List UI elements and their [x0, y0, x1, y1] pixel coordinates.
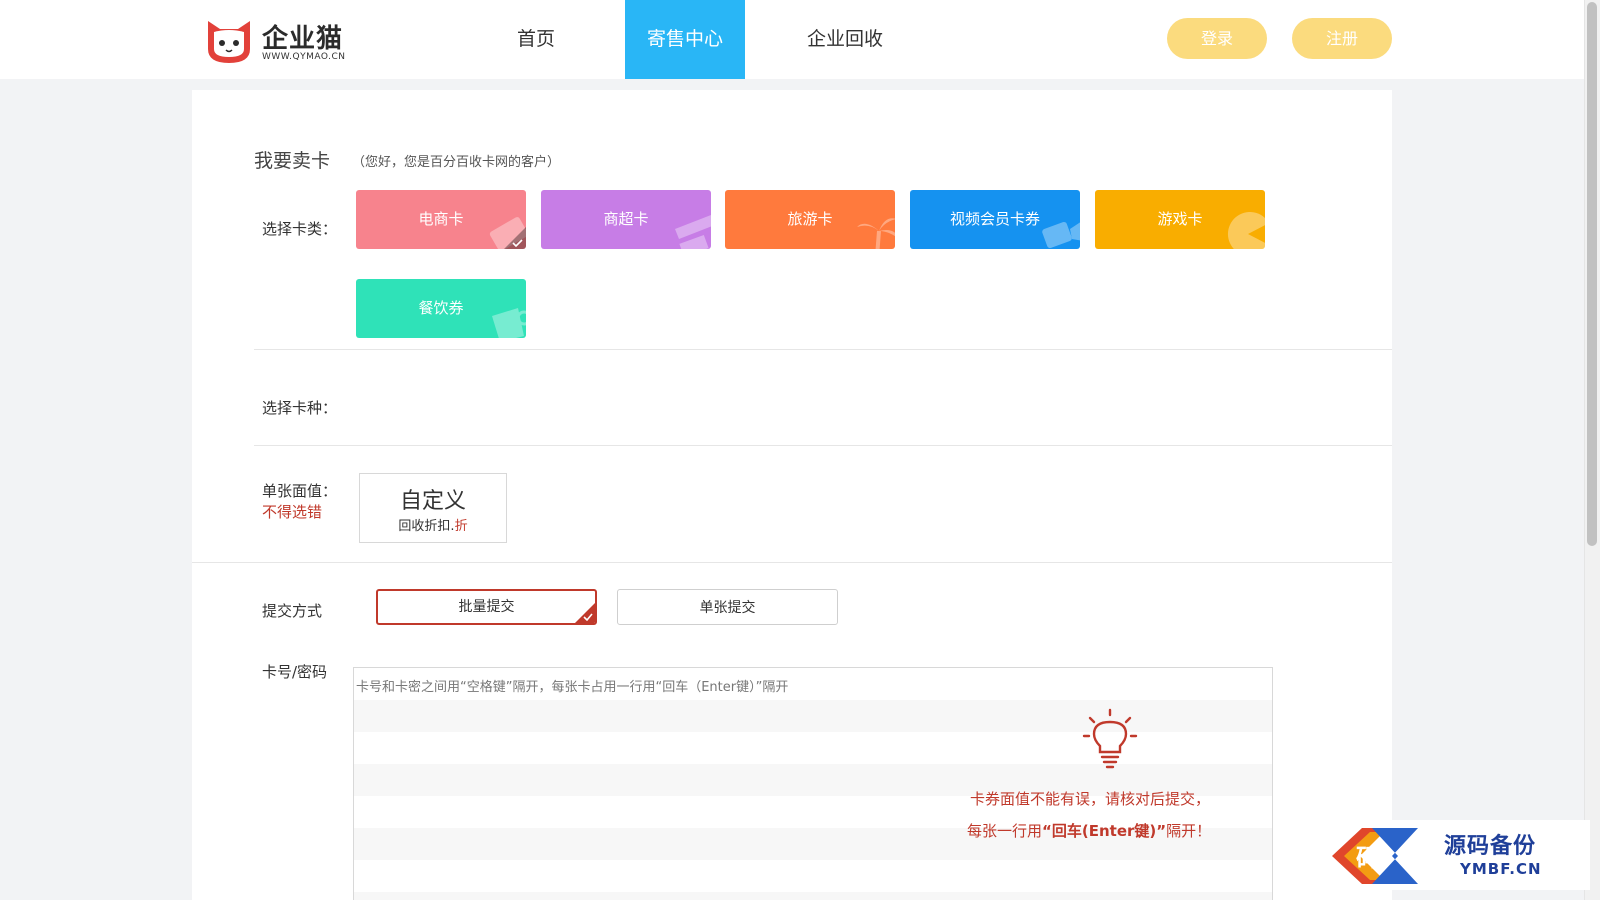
login-button[interactable]: 登录 — [1167, 18, 1267, 59]
face-value-title: 自定义 — [399, 489, 466, 514]
sell-card-panel: 我要卖卡 （您好，您是百分百收卡网的客户） 选择卡类： 电商卡 商超卡 旅游卡 … — [192, 90, 1392, 900]
logo-name: 企业猫 — [262, 24, 344, 54]
submit-mode-label: 提交方式 — [262, 602, 323, 620]
watermark-title: 源码备份 — [1444, 834, 1537, 859]
nav-consignment-center[interactable]: 寄售中心 — [625, 0, 745, 79]
nav-enterprise-recycle[interactable]: 企业回收 — [785, 0, 905, 79]
textarea-placeholder: 卡号和卡密之间用“空格键”隔开，每张卡占用一行用“回车（Enter键）”隔开 — [356, 680, 789, 695]
page-scrollbar[interactable] — [1584, 0, 1600, 900]
tip-line-1: 卡券面值不能有误，请核对后提交， — [970, 790, 1211, 808]
card-type-game[interactable]: 游戏卡 — [1095, 190, 1265, 249]
nav-home[interactable]: 首页 — [476, 0, 596, 79]
card-type-label-text: 商超卡 — [603, 210, 649, 228]
page-title: 我要卖卡 — [254, 150, 331, 172]
palm-tree-icon — [857, 218, 895, 249]
card-kind-label: 选择卡种： — [262, 399, 338, 417]
card-pwd-textarea[interactable]: 卡号和卡密之间用“空格键”隔开，每张卡占用一行用“回车（Enter键）”隔开 卡… — [353, 667, 1273, 900]
card-type-supermarket[interactable]: 商超卡 — [541, 190, 711, 249]
check-icon — [512, 239, 523, 247]
tip-line-2: 每张一行用“回车(Enter键)”隔开！ — [967, 820, 1211, 841]
watermark-url: YMBF.CN — [1460, 860, 1542, 878]
card-type-dining[interactable]: 餐饮券 — [356, 279, 526, 338]
batch-submit-label: 批量提交 — [458, 599, 515, 615]
section-divider — [192, 562, 1392, 563]
card-type-travel[interactable]: 旅游卡 — [725, 190, 895, 249]
card-pwd-label: 卡号/密码 — [262, 663, 328, 681]
batch-submit-button[interactable]: 批量提交 — [376, 589, 597, 625]
card-type-label-text: 游戏卡 — [1157, 210, 1203, 228]
site-logo[interactable]: 企业猫 WWW.QYMAO.CN — [204, 16, 354, 66]
card-type-label-text: 视频会员卡券 — [949, 210, 1040, 228]
top-header: 企业猫 WWW.QYMAO.CN 首页 寄售中心 企业回收 登录 注册 — [0, 0, 1584, 79]
card-type-label: 选择卡类： — [262, 220, 338, 238]
watermark-logo-icon: 码 — [1332, 828, 1418, 884]
watermark-logo-char: 码 — [1356, 844, 1380, 872]
card-type-label-text: 电商卡 — [418, 210, 464, 228]
coffee-cup-icon — [492, 308, 526, 338]
section-divider — [254, 349, 1392, 350]
tip-line-2-emphasis: “回车(Enter键)” — [1042, 822, 1167, 840]
check-icon — [583, 613, 593, 621]
single-submit-label: 单张提交 — [699, 600, 756, 616]
textarea-line — [354, 892, 1272, 900]
logo-url: WWW.QYMAO.CN — [262, 52, 346, 62]
pacman-icon — [1227, 212, 1265, 249]
tip-line-2-prefix: 每张一行用 — [967, 822, 1043, 840]
single-submit-button[interactable]: 单张提交 — [617, 589, 838, 625]
face-value-custom-option[interactable]: 自定义 回收折扣.折 — [359, 473, 507, 543]
face-value-discount: 回收折扣. — [398, 519, 455, 534]
watermark: 码 源码备份 YMBF.CN — [1318, 820, 1590, 890]
cat-logo-icon — [208, 21, 250, 63]
register-button[interactable]: 注册 — [1292, 18, 1392, 59]
card-type-label-text: 餐饮券 — [418, 299, 464, 317]
face-value-warning: 不得选错 — [262, 503, 323, 521]
card-type-video-membership[interactable]: 视频会员卡券 — [910, 190, 1080, 249]
lightbulb-icon — [1082, 708, 1138, 769]
page-subtitle: （您好，您是百分百收卡网的客户） — [352, 155, 561, 170]
face-value-unit: 折 — [454, 519, 468, 534]
section-divider — [254, 445, 1392, 446]
face-value-label: 单张面值： — [262, 482, 338, 500]
card-type-ecommerce[interactable]: 电商卡 — [356, 190, 526, 249]
card-type-label-text: 旅游卡 — [787, 210, 833, 228]
tip-line-2-suffix: 隔开！ — [1166, 822, 1212, 840]
shop-awning-icon — [675, 215, 711, 249]
video-camera-icon — [1042, 222, 1080, 248]
scrollbar-thumb[interactable] — [1587, 2, 1597, 546]
